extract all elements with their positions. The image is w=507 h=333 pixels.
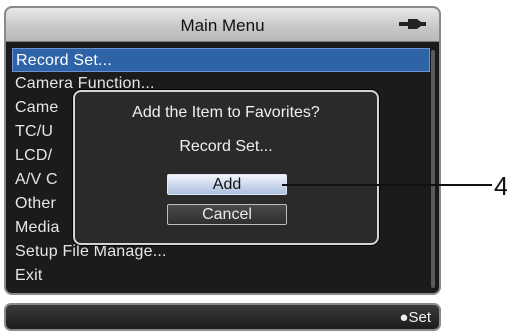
add-button[interactable]: Add: [167, 174, 287, 195]
set-indicator[interactable]: ●Set: [399, 309, 431, 326]
menu-item-record-set[interactable]: Record Set...: [12, 48, 430, 72]
callout-line: [282, 184, 492, 186]
battery-plug-icon: [399, 19, 426, 29]
dialog-item-name: Record Set...: [179, 138, 273, 155]
cancel-button[interactable]: Cancel: [167, 204, 287, 225]
menu-title: Main Menu: [180, 16, 265, 35]
callout-number: 4: [494, 171, 507, 201]
menu-item-exit[interactable]: Exit: [12, 264, 430, 288]
menu-scrollbar[interactable]: [431, 50, 435, 288]
add-favorites-dialog: Add the Item to Favorites? Record Set...…: [73, 90, 379, 245]
status-bar: ●Set: [4, 303, 441, 331]
title-bar: Main Menu: [6, 8, 439, 42]
dialog-title: Add the Item to Favorites?: [132, 104, 320, 121]
